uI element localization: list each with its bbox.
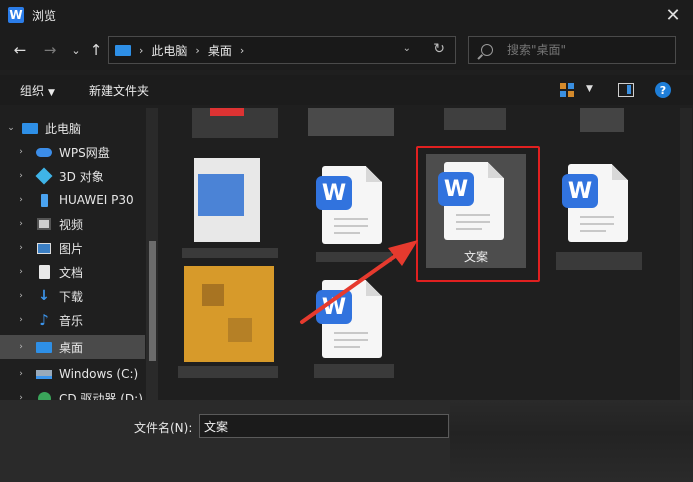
sidebar-item-this-pc[interactable]: ⌄ 此电脑 [0,116,145,140]
chevron-right-icon[interactable]: › [16,315,26,325]
chevron-right-icon[interactable]: › [16,369,26,379]
sidebar-item-label: 图片 [59,241,84,256]
sidebar-item-label: WPS网盘 [59,145,110,160]
sidebar-item-wps-cloud[interactable]: › WPS网盘 [0,140,145,164]
sidebar-item-label: 桌面 [59,340,84,355]
filename-input[interactable] [199,414,449,438]
address-dropdown-icon[interactable]: ⌄ [403,43,411,54]
address-bar[interactable]: › 此电脑 › 桌面 › ⌄ ↻ [108,36,456,64]
back-button[interactable]: ← [10,40,30,60]
cube-icon [35,167,53,185]
search-icon [481,44,493,56]
recent-locations-button[interactable]: ⌄ [66,40,86,60]
chevron-down-icon[interactable]: ⌄ [6,123,16,133]
sidebar-item-huawei-p30[interactable]: › HUAWEI P30 [0,188,145,212]
video-icon [36,217,52,231]
computer-icon [22,121,38,135]
phone-icon [36,193,52,207]
chevron-right-icon[interactable]: › [16,147,26,157]
chevron-right-icon[interactable]: › [16,291,26,301]
view-options-icon[interactable] [560,83,574,97]
chevron-right-icon[interactable]: › [16,342,26,352]
cloud-icon [36,145,52,159]
close-button[interactable]: ✕ [663,5,683,26]
sidebar-item-label: Windows (C:) [59,367,139,381]
sidebar-item-label: CD 驱动器 (D:) [59,391,143,401]
drive-icon [36,367,52,381]
chevron-right-icon[interactable]: › [16,267,26,277]
wps-app-icon: W [8,7,24,23]
music-icon: ♪ [39,311,49,329]
window-title: 浏览 [32,8,57,23]
filename-label: 文件名(N): [134,421,193,435]
filename-bar: 文件名(N): [0,400,693,482]
chevron-right-icon: › [195,43,200,57]
chevron-right-icon[interactable]: › [16,219,26,229]
cd-drive-icon [36,391,52,400]
caret-down-icon: ▼ [48,88,55,98]
bottom-panel-area [450,400,693,482]
navigation-bar: ← → ⌄ ↑ › 此电脑 › 桌面 › ⌄ ↻ [0,30,693,70]
refresh-icon[interactable]: ↻ [433,41,445,57]
sidebar-item-videos[interactable]: › 视频 [0,212,145,236]
sidebar-item-cd-drive-d[interactable]: › CD 驱动器 (D:) [0,386,145,400]
chevron-right-icon[interactable]: › [16,243,26,253]
chevron-right-icon: › [239,43,245,57]
desktop-icon [36,340,52,354]
sidebar-item-label: HUAWEI P30 [59,193,134,207]
sidebar-item-desktop[interactable]: › 桌面 [0,335,145,359]
search-input[interactable] [507,43,667,57]
sidebar-item-windows-c[interactable]: › Windows (C:) [0,362,145,386]
sidebar-item-3d-objects[interactable]: › 3D 对象 [0,164,145,188]
sidebar-scrollbar-thumb[interactable] [149,241,156,361]
help-icon[interactable]: ? [655,82,671,98]
image-icon [36,241,52,255]
sidebar-item-music[interactable]: › ♪ 音乐 [0,308,145,332]
sidebar-item-label: 此电脑 [45,121,82,136]
sidebar-item-label: 3D 对象 [59,169,104,184]
navigation-pane: ⌄ 此电脑 › WPS网盘 › 3D 对象 › HUAWEI P30 › 视频 … [0,108,160,400]
breadcrumb-desktop[interactable]: 桌面 [208,42,232,59]
download-icon: ↓ [38,288,50,304]
organize-button[interactable]: 组织 ▼ [20,82,55,99]
new-folder-button[interactable]: 新建文件夹 [89,82,149,99]
chevron-right-icon: › [139,43,144,57]
preview-pane-icon[interactable] [618,83,634,97]
red-arrow-annotation [300,240,418,324]
sidebar-item-label: 视频 [59,217,84,232]
chevron-right-icon[interactable]: › [16,195,26,205]
content-scrollbar[interactable] [680,108,692,400]
computer-icon [115,44,131,56]
organize-label: 组织 [20,84,45,98]
sidebar-item-label: 下载 [59,289,84,304]
chevron-right-icon[interactable]: › [16,393,26,400]
command-toolbar: 组织 ▼ 新建文件夹 ▼ ? [0,75,693,105]
file-list: W W 文案 W W [162,108,693,400]
chevron-right-icon[interactable]: › [16,171,26,181]
caret-down-icon[interactable]: ▼ [586,84,593,94]
breadcrumb-this-pc[interactable]: 此电脑 [151,42,187,59]
sidebar-item-pictures[interactable]: › 图片 [0,236,145,260]
sidebar-item-label: 文档 [59,265,84,280]
forward-button[interactable]: → [40,40,60,60]
document-icon [36,265,52,279]
sidebar-item-documents[interactable]: › 文档 [0,260,145,284]
up-button[interactable]: ↑ [86,40,106,60]
sidebar-item-label: 音乐 [59,313,84,328]
search-box[interactable] [468,36,676,64]
sidebar-item-downloads[interactable]: › ↓ 下载 [0,284,145,308]
title-bar: W 浏览 ✕ [0,0,693,30]
